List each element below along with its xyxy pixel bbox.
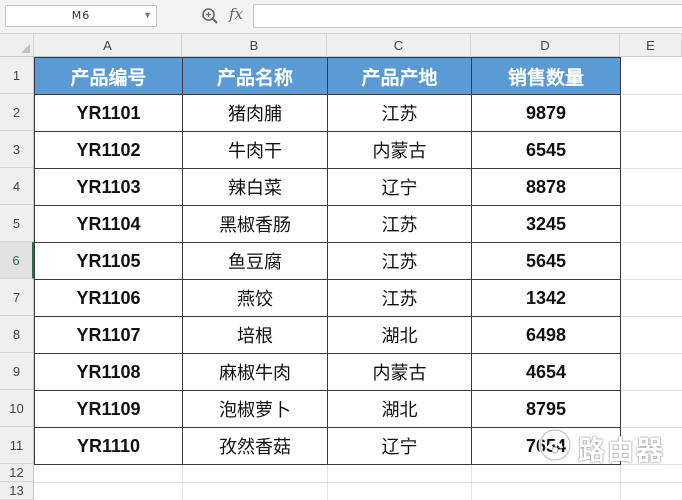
row-header-10[interactable]: 10 (0, 390, 34, 427)
product-code-cell[interactable]: YR1106 (34, 279, 183, 317)
product-table: 产品编号 产品名称 产品产地 销售数量 YR1101 猪肉脯 江苏 9879 Y… (34, 57, 621, 465)
table-row: YR1102 牛肉干 内蒙古 6545 (34, 131, 621, 169)
watermark-text: 路由器 (578, 436, 665, 467)
sales-qty-cell[interactable]: 1342 (471, 279, 621, 317)
origin-cell[interactable]: 辽宁 (327, 427, 472, 465)
product-code-cell[interactable]: YR1107 (34, 316, 183, 354)
column-header-a[interactable]: A (34, 34, 182, 57)
header-cell-product-code[interactable]: 产品编号 (34, 57, 183, 95)
origin-cell[interactable]: 江苏 (327, 205, 472, 243)
row-header-5[interactable]: 5 (0, 205, 34, 242)
select-all-corner[interactable] (0, 34, 34, 57)
product-name-cell[interactable]: 黑椒香肠 (182, 205, 328, 243)
router-logo-icon (538, 428, 572, 462)
header-cell-sales-qty[interactable]: 销售数量 (471, 57, 621, 95)
name-box[interactable]: M6 ▼ (5, 5, 157, 27)
origin-cell[interactable]: 江苏 (327, 242, 472, 280)
table-row: YR1109 泡椒萝卜 湖北 8795 (34, 390, 621, 428)
header-cell-product-name[interactable]: 产品名称 (182, 57, 328, 95)
spreadsheet-grid: A B C D E 1 2 3 4 5 6 7 8 9 10 11 12 13 (0, 34, 682, 500)
product-name-cell[interactable]: 培根 (182, 316, 328, 354)
table-row: YR1106 燕饺 江苏 1342 (34, 279, 621, 317)
product-code-cell[interactable]: YR1103 (34, 168, 183, 206)
product-name-cell[interactable]: 泡椒萝卜 (182, 390, 328, 428)
row-header-9[interactable]: 9 (0, 353, 34, 390)
product-name-cell[interactable]: 牛肉干 (182, 131, 328, 169)
product-code-cell[interactable]: YR1105 (34, 242, 183, 280)
origin-cell[interactable]: 内蒙古 (327, 353, 472, 391)
table-row: YR1105 鱼豆腐 江苏 5645 (34, 242, 621, 280)
zoom-icon[interactable] (201, 7, 219, 25)
row-header-7[interactable]: 7 (0, 279, 34, 316)
gridline (34, 482, 682, 483)
product-name-cell[interactable]: 猪肉脯 (182, 94, 328, 132)
sales-qty-cell[interactable]: 6545 (471, 131, 621, 169)
product-code-cell[interactable]: YR1109 (34, 390, 183, 428)
sales-qty-cell[interactable]: 5645 (471, 242, 621, 280)
row-header-4[interactable]: 4 (0, 168, 34, 205)
column-header-d[interactable]: D (471, 34, 620, 57)
table-row: YR1104 黑椒香肠 江苏 3245 (34, 205, 621, 243)
row-header-3[interactable]: 3 (0, 131, 34, 168)
product-name-cell[interactable]: 辣白菜 (182, 168, 328, 206)
sales-qty-cell[interactable]: 9879 (471, 94, 621, 132)
sales-qty-cell[interactable]: 6498 (471, 316, 621, 354)
formula-bar: M6 ▼ fx (0, 0, 682, 34)
row-header-6[interactable]: 6 (0, 242, 34, 279)
product-code-cell[interactable]: YR1110 (34, 427, 183, 465)
row-header-2[interactable]: 2 (0, 94, 34, 131)
chevron-down-icon[interactable]: ▼ (143, 10, 152, 20)
row-header-11[interactable]: 11 (0, 427, 34, 464)
product-name-cell[interactable]: 鱼豆腐 (182, 242, 328, 280)
origin-cell[interactable]: 内蒙古 (327, 131, 472, 169)
product-code-cell[interactable]: YR1104 (34, 205, 183, 243)
product-name-cell[interactable]: 麻椒牛肉 (182, 353, 328, 391)
table-row: YR1101 猪肉脯 江苏 9879 (34, 94, 621, 132)
table-row: YR1107 培根 湖北 6498 (34, 316, 621, 354)
origin-cell[interactable]: 江苏 (327, 94, 472, 132)
sales-qty-cell[interactable]: 3245 (471, 205, 621, 243)
sales-qty-cell[interactable]: 4654 (471, 353, 621, 391)
formula-input[interactable] (253, 4, 682, 28)
select-all-icon[interactable] (21, 44, 30, 53)
sales-qty-cell[interactable]: 8878 (471, 168, 621, 206)
table-row: YR1110 孜然香菇 辽宁 7654 (34, 427, 621, 465)
watermark: 路由器 (538, 426, 666, 467)
table-row: YR1103 辣白菜 辽宁 8878 (34, 168, 621, 206)
product-code-cell[interactable]: YR1102 (34, 131, 183, 169)
product-name-cell[interactable]: 孜然香菇 (182, 427, 328, 465)
column-header-c[interactable]: C (327, 34, 471, 57)
row-header-12[interactable]: 12 (0, 464, 34, 482)
origin-cell[interactable]: 湖北 (327, 390, 472, 428)
product-code-cell[interactable]: YR1101 (34, 94, 183, 132)
product-code-cell[interactable]: YR1108 (34, 353, 183, 391)
origin-cell[interactable]: 湖北 (327, 316, 472, 354)
table-header-row: 产品编号 产品名称 产品产地 销售数量 (34, 57, 621, 95)
row-header-1[interactable]: 1 (0, 57, 34, 94)
row-header-13[interactable]: 13 (0, 482, 34, 500)
name-box-value[interactable]: M6 (6, 6, 156, 26)
header-cell-origin[interactable]: 产品产地 (327, 57, 472, 95)
origin-cell[interactable]: 江苏 (327, 279, 472, 317)
product-name-cell[interactable]: 燕饺 (182, 279, 328, 317)
origin-cell[interactable]: 辽宁 (327, 168, 472, 206)
sales-qty-cell[interactable]: 8795 (471, 390, 621, 428)
column-header-e[interactable]: E (620, 34, 682, 57)
fx-icon[interactable]: fx (229, 5, 243, 23)
table-row: YR1108 麻椒牛肉 内蒙古 4654 (34, 353, 621, 391)
column-header-b[interactable]: B (182, 34, 327, 57)
row-header-8[interactable]: 8 (0, 316, 34, 353)
